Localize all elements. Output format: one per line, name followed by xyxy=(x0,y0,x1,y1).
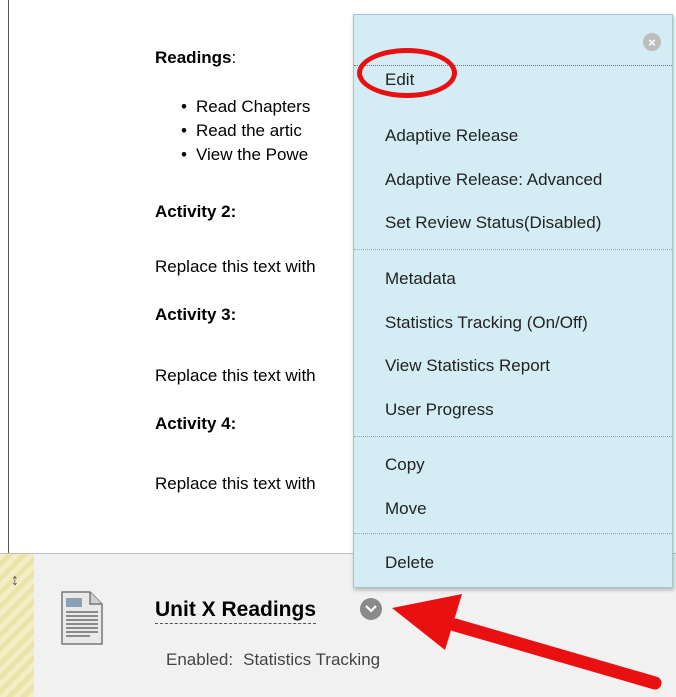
menu-item-set-review-status[interactable]: Set Review Status(Disabled) xyxy=(385,213,601,233)
annotation-circle xyxy=(357,48,457,98)
item-details: Enabled: Statistics Tracking xyxy=(166,650,380,670)
enabled-value: Statistics Tracking xyxy=(243,650,381,669)
item-options-button[interactable] xyxy=(360,598,382,620)
list-item: Read Chapters xyxy=(181,95,310,119)
menu-item-copy[interactable]: Copy xyxy=(385,455,425,475)
list-item: Read the artic xyxy=(181,119,310,143)
activity-2-text: Replace this text with xyxy=(155,257,316,276)
menu-item-delete[interactable]: Delete xyxy=(385,553,434,573)
activity-4-heading: Activity 4: xyxy=(155,414,237,433)
readings-colon: : xyxy=(231,48,237,67)
readings-heading: Readings: xyxy=(155,48,236,68)
menu-separator xyxy=(354,533,672,534)
menu-item-adaptive-release-advanced[interactable]: Adaptive Release: Advanced xyxy=(385,170,602,190)
document-icon xyxy=(61,591,103,645)
menu-item-statistics-tracking[interactable]: Statistics Tracking (On/Off) xyxy=(385,313,588,333)
close-icon[interactable]: × xyxy=(643,33,661,51)
item-title-link[interactable]: Unit X Readings xyxy=(155,598,317,624)
menu-item-move[interactable]: Move xyxy=(385,499,427,519)
frame-border xyxy=(8,0,9,553)
chevron-down-icon xyxy=(365,605,377,613)
list-item: View the Powe xyxy=(181,143,310,167)
menu-item-metadata[interactable]: Metadata xyxy=(385,269,456,289)
menu-item-adaptive-release[interactable]: Adaptive Release xyxy=(385,126,518,146)
drag-handle-icon[interactable]: ↕ xyxy=(11,572,19,590)
menu-item-user-progress[interactable]: User Progress xyxy=(385,400,494,420)
drag-strip[interactable]: ↕ xyxy=(0,554,34,697)
activity-4-text: Replace this text with xyxy=(155,474,316,493)
menu-item-view-statistics-report[interactable]: View Statistics Report xyxy=(385,356,550,376)
activity-3-heading: Activity 3: xyxy=(155,305,237,324)
readings-list: Read Chapters Read the artic View the Po… xyxy=(181,95,310,167)
activity-3-text: Replace this text with xyxy=(155,366,316,385)
context-menu: × Edit Adaptive Release Adaptive Release… xyxy=(353,14,673,588)
enabled-label: Enabled: xyxy=(166,650,234,669)
menu-separator xyxy=(354,436,672,437)
menu-separator xyxy=(354,249,672,250)
activity-2-heading: Activity 2: xyxy=(155,202,237,221)
readings-label: Readings xyxy=(155,48,232,67)
